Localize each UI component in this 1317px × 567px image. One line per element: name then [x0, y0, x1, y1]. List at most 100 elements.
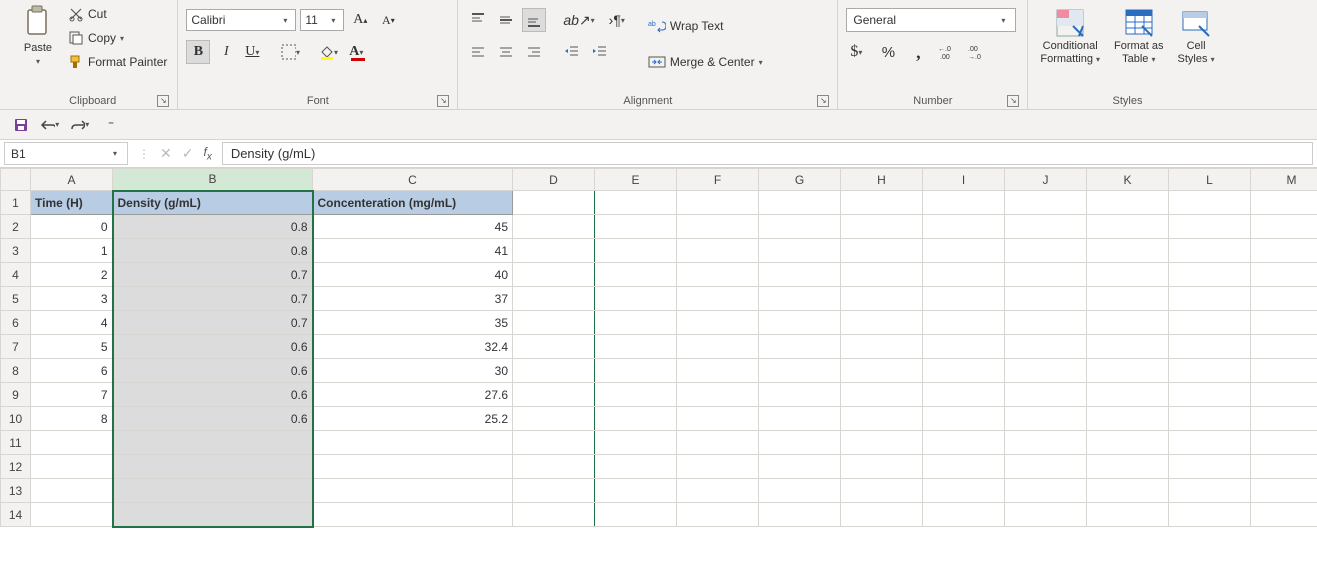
italic-button[interactable]: I	[214, 40, 238, 64]
cell-E8[interactable]	[595, 359, 677, 383]
cell-M14[interactable]	[1251, 503, 1317, 527]
cell-L2[interactable]	[1169, 215, 1251, 239]
fill-color-button[interactable]: ▾	[318, 40, 342, 64]
column-header-M[interactable]: M	[1251, 169, 1317, 191]
underline-button[interactable]: U▾	[242, 40, 266, 64]
font-size-select[interactable]: 11 ▾	[300, 9, 344, 31]
cell-A14[interactable]	[31, 503, 113, 527]
row-header-13[interactable]: 13	[1, 479, 31, 503]
cell-J3[interactable]	[1005, 239, 1087, 263]
cell-I6[interactable]	[923, 311, 1005, 335]
cell-L11[interactable]	[1169, 431, 1251, 455]
cell-E6[interactable]	[595, 311, 677, 335]
cell-J1[interactable]	[1005, 191, 1087, 215]
row-header-2[interactable]: 2	[1, 215, 31, 239]
column-header-D[interactable]: D	[513, 169, 595, 191]
row-header-8[interactable]: 8	[1, 359, 31, 383]
cell-F5[interactable]	[677, 287, 759, 311]
cut-button[interactable]: Cut	[66, 4, 169, 24]
cell-E13[interactable]	[595, 479, 677, 503]
column-header-L[interactable]: L	[1169, 169, 1251, 191]
cell-J8[interactable]	[1005, 359, 1087, 383]
row-header-5[interactable]: 5	[1, 287, 31, 311]
row-header-14[interactable]: 14	[1, 503, 31, 527]
cell-B2[interactable]: 0.8	[113, 215, 313, 239]
dotted-handle-icon[interactable]: ⋮	[138, 147, 150, 161]
merge-center-button[interactable]: Merge & Center ▾	[646, 52, 769, 72]
cell-H3[interactable]	[841, 239, 923, 263]
cell-A9[interactable]: 7	[31, 383, 113, 407]
cell-G10[interactable]	[759, 407, 841, 431]
number-launcher[interactable]: ↘	[1007, 95, 1019, 107]
name-box[interactable]: B1 ▾	[4, 142, 128, 165]
cell-E14[interactable]	[595, 503, 677, 527]
cell-J9[interactable]	[1005, 383, 1087, 407]
row-header-12[interactable]: 12	[1, 455, 31, 479]
font-color-button[interactable]: A ▾	[346, 40, 370, 64]
column-header-A[interactable]: A	[31, 169, 113, 191]
wrap-text-button[interactable]: ab Wrap Text	[646, 16, 769, 36]
cell-L8[interactable]	[1169, 359, 1251, 383]
cell-B4[interactable]: 0.7	[113, 263, 313, 287]
cell-A11[interactable]	[31, 431, 113, 455]
cell-E1[interactable]	[595, 191, 677, 215]
cell-B9[interactable]: 0.6	[113, 383, 313, 407]
cell-B7[interactable]: 0.6	[113, 335, 313, 359]
cell-J13[interactable]	[1005, 479, 1087, 503]
border-button[interactable]: ▾	[280, 40, 304, 64]
cell-H1[interactable]	[841, 191, 923, 215]
column-header-K[interactable]: K	[1087, 169, 1169, 191]
cell-C11[interactable]	[313, 431, 513, 455]
cell-D10[interactable]	[513, 407, 595, 431]
cell-M13[interactable]	[1251, 479, 1317, 503]
copy-button[interactable]: Copy ▾	[66, 28, 169, 48]
column-header-G[interactable]: G	[759, 169, 841, 191]
cell-F10[interactable]	[677, 407, 759, 431]
cell-M10[interactable]	[1251, 407, 1317, 431]
cell-L5[interactable]	[1169, 287, 1251, 311]
cancel-formula-button[interactable]: ✕	[160, 145, 172, 162]
row-header-9[interactable]: 9	[1, 383, 31, 407]
cell-C12[interactable]	[313, 455, 513, 479]
cell-H10[interactable]	[841, 407, 923, 431]
cell-J12[interactable]	[1005, 455, 1087, 479]
cell-E5[interactable]	[595, 287, 677, 311]
cell-F4[interactable]	[677, 263, 759, 287]
cell-M6[interactable]	[1251, 311, 1317, 335]
cell-G12[interactable]	[759, 455, 841, 479]
cell-I5[interactable]	[923, 287, 1005, 311]
cell-E3[interactable]	[595, 239, 677, 263]
align-center-button[interactable]	[494, 40, 518, 64]
shrink-font-button[interactable]: A▾	[376, 8, 400, 32]
cell-G2[interactable]	[759, 215, 841, 239]
undo-button[interactable]: ▾	[40, 114, 62, 136]
cell-C2[interactable]: 45	[313, 215, 513, 239]
cell-L10[interactable]	[1169, 407, 1251, 431]
cell-G6[interactable]	[759, 311, 841, 335]
align-left-button[interactable]	[466, 40, 490, 64]
cell-G7[interactable]	[759, 335, 841, 359]
row-header-10[interactable]: 10	[1, 407, 31, 431]
cell-J14[interactable]	[1005, 503, 1087, 527]
cell-D5[interactable]	[513, 287, 595, 311]
cell-D9[interactable]	[513, 383, 595, 407]
cell-K4[interactable]	[1087, 263, 1169, 287]
cell-H6[interactable]	[841, 311, 923, 335]
cell-M11[interactable]	[1251, 431, 1317, 455]
cell-K11[interactable]	[1087, 431, 1169, 455]
column-header-I[interactable]: I	[923, 169, 1005, 191]
cell-J6[interactable]	[1005, 311, 1087, 335]
accept-formula-button[interactable]: ✓	[182, 145, 194, 162]
cell-H2[interactable]	[841, 215, 923, 239]
align-top-button[interactable]	[466, 8, 490, 32]
cell-B14[interactable]	[113, 503, 313, 527]
cell-H9[interactable]	[841, 383, 923, 407]
cell-styles-button[interactable]: CellStyles ▾	[1174, 6, 1219, 68]
row-header-7[interactable]: 7	[1, 335, 31, 359]
cell-D12[interactable]	[513, 455, 595, 479]
decrease-indent-button[interactable]	[560, 40, 584, 64]
cell-G14[interactable]	[759, 503, 841, 527]
cell-I14[interactable]	[923, 503, 1005, 527]
cell-E9[interactable]	[595, 383, 677, 407]
cell-F14[interactable]	[677, 503, 759, 527]
